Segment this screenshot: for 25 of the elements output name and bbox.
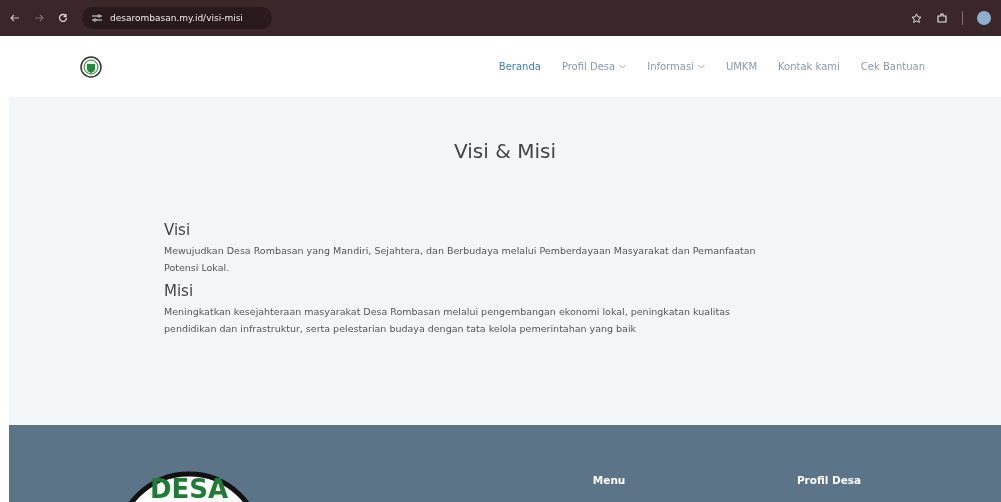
chevron-down-icon (619, 64, 627, 69)
nav-link[interactable]: Kontak kami (778, 61, 840, 72)
section-paragraph: Mewujudkan Desa Rombasan yang Mandiri, Sejahtera, dan Berbudaya melalui Pemberdayaan Masyarakat dan Pemanfaatan Potensi Lokal. (164, 244, 757, 275)
extensions-icon[interactable] (936, 12, 948, 24)
address-bar[interactable]: desarombasan.my.id/visi-misi (82, 7, 272, 29)
footer-heading: Menu (592, 474, 626, 486)
nav-link[interactable]: Cek Bantuan (860, 61, 925, 72)
nav-link[interactable]: Beranda (498, 61, 541, 72)
nav-link[interactable]: Informasi (647, 61, 705, 72)
nav-link[interactable]: Profil Desa (561, 61, 627, 72)
url-text: desarombasan.my.id/visi-misi (110, 13, 243, 23)
site-settings-icon[interactable] (92, 14, 102, 22)
reload-icon[interactable] (58, 13, 68, 23)
star-icon[interactable] (911, 12, 922, 24)
section-heading: Misi (164, 282, 195, 300)
forward-icon[interactable] (34, 13, 44, 23)
chevron-down-icon (697, 64, 705, 69)
page-title: Visi & Misi (453, 139, 557, 163)
village-logo[interactable] (80, 55, 102, 78)
footer-heading: Profil Desa (796, 474, 862, 486)
nav-link[interactable]: UMKM (725, 61, 758, 72)
section-paragraph: Meningkatkan kesejahteraan masyarakat Desa Rombasan melalui pengembangan ekonomi lokal, peningkatan kualitas pendidikan dan infrastruktur, serta pelestarian budaya dengan tata kelola pemerintahan yang baik (164, 305, 731, 336)
profile-avatar[interactable] (977, 11, 991, 25)
back-icon[interactable] (10, 13, 20, 23)
section-heading: Visi (164, 221, 192, 239)
